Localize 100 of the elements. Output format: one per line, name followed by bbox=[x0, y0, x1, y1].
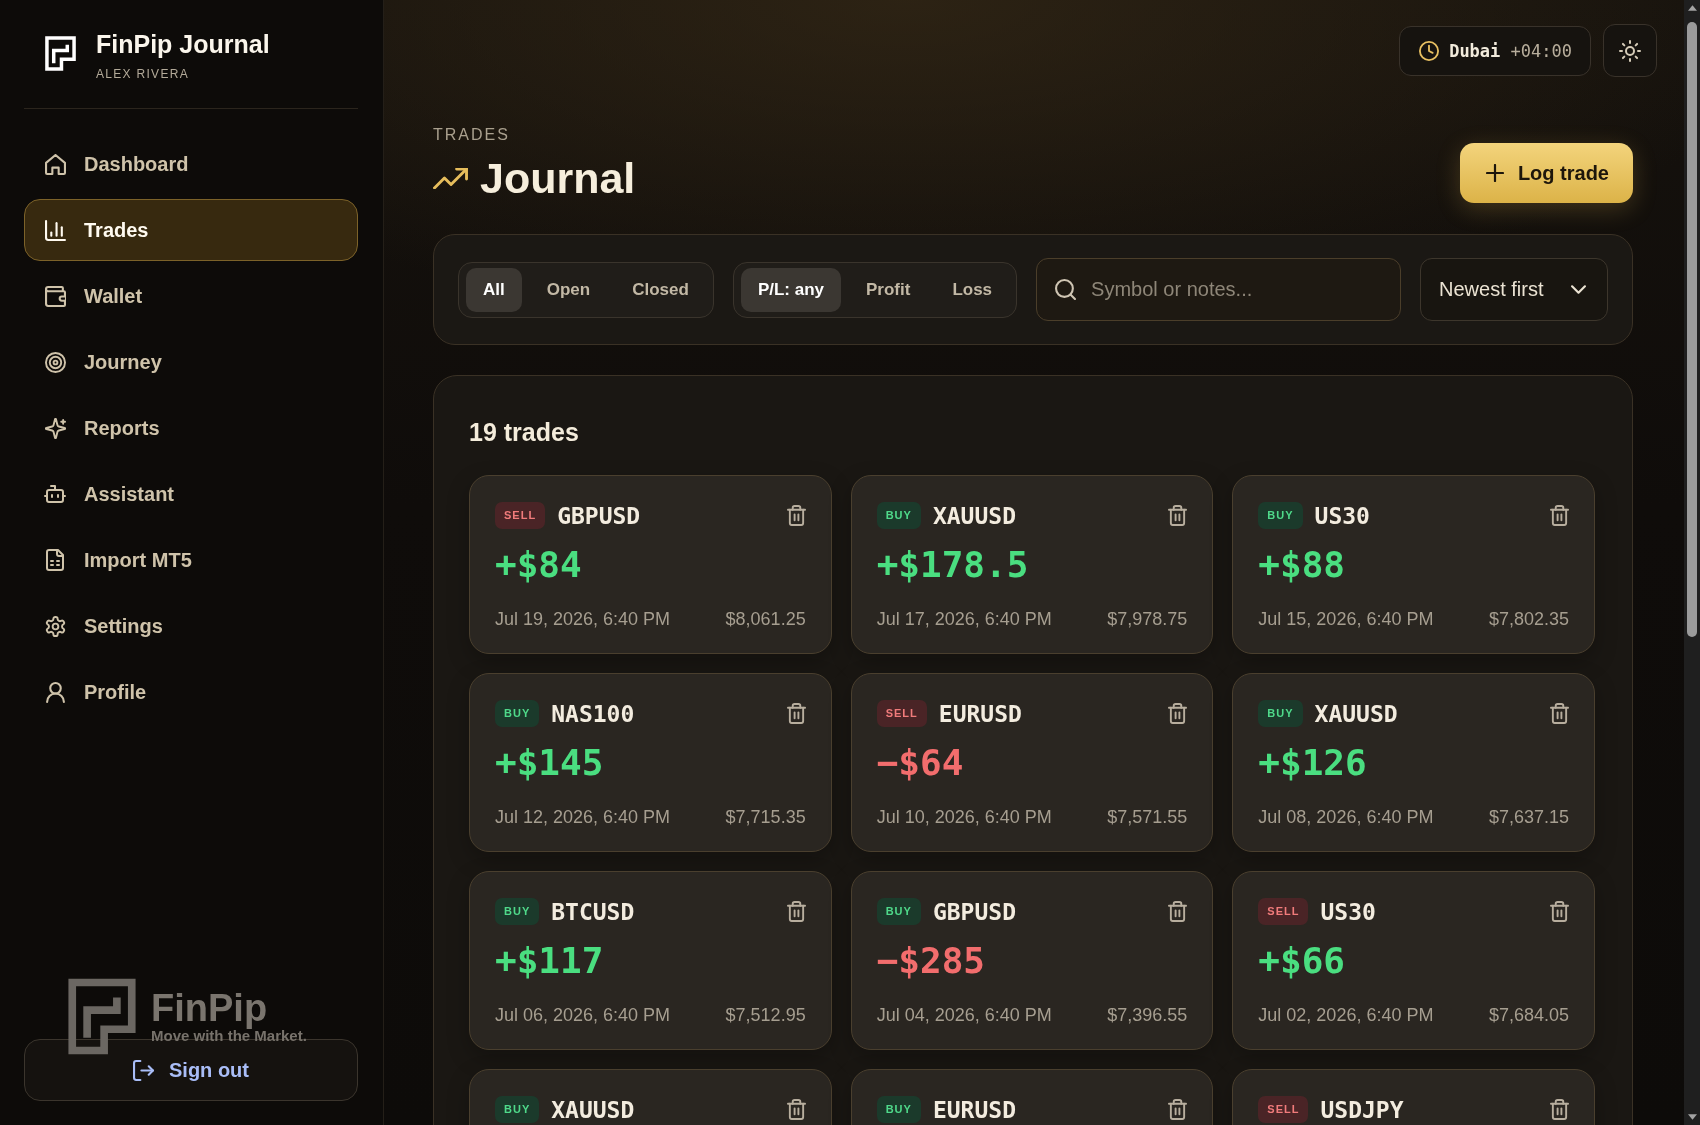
side-badge: BUY bbox=[495, 700, 540, 727]
trade-date: Jul 10, 2026, 6:40 PM bbox=[876, 806, 1052, 828]
trash-icon[interactable] bbox=[1168, 703, 1188, 724]
clock-icon bbox=[1419, 40, 1440, 61]
trash-icon[interactable] bbox=[1168, 1099, 1188, 1120]
nav-item[interactable]: Profile bbox=[24, 661, 358, 723]
trend-up-icon bbox=[433, 167, 468, 189]
filter-option[interactable]: All bbox=[466, 267, 522, 312]
nav-item[interactable]: Trades bbox=[24, 199, 358, 261]
trash-icon[interactable] bbox=[786, 1099, 806, 1120]
theme-toggle-button[interactable] bbox=[1603, 24, 1657, 77]
nav-item[interactable]: Journey bbox=[24, 331, 358, 393]
sign-out-icon bbox=[133, 1059, 154, 1081]
trade-date: Jul 19, 2026, 6:40 PM bbox=[495, 608, 671, 630]
scroll-down-icon[interactable] bbox=[1687, 1114, 1697, 1120]
trade-symbol: EURUSD bbox=[938, 701, 1022, 726]
search-field[interactable]: Symbol or notes... bbox=[1036, 258, 1401, 321]
trade-symbol: XAUUSD bbox=[551, 1097, 635, 1122]
filter-option[interactable]: Open bbox=[529, 267, 608, 312]
settings-icon bbox=[44, 615, 66, 637]
trade-balance: $7,684.05 bbox=[1488, 1004, 1569, 1026]
trade-pl: +$145 bbox=[495, 742, 605, 784]
wallet-icon bbox=[44, 285, 66, 307]
log-trade-button[interactable]: Log trade bbox=[1459, 143, 1633, 203]
robot-icon bbox=[44, 485, 66, 503]
logo-icon bbox=[68, 978, 136, 1055]
nav-item[interactable]: Wallet bbox=[24, 265, 358, 327]
trade-balance: $8,061.25 bbox=[725, 608, 806, 630]
side-badge: BUY bbox=[876, 1096, 921, 1123]
trade-balance: $7,715.35 bbox=[725, 806, 806, 828]
bar-chart-icon bbox=[44, 219, 66, 241]
filter-option[interactable]: Profit bbox=[849, 267, 928, 312]
side-badge: SELL bbox=[1258, 898, 1309, 925]
nav-item[interactable]: Import MT5 bbox=[24, 529, 358, 591]
trade-pl: +$88 bbox=[1258, 544, 1347, 586]
house-icon bbox=[44, 153, 66, 175]
trash-icon[interactable] bbox=[1550, 901, 1569, 922]
side-badge: SELL bbox=[1258, 1096, 1309, 1123]
brand-wordmark: FinPip bbox=[151, 986, 269, 1030]
trade-pl: +$126 bbox=[1258, 742, 1368, 784]
side-badge: BUY bbox=[495, 898, 540, 925]
trade-pl: +$178.5 bbox=[876, 544, 1030, 586]
trade-balance: $7,978.75 bbox=[1107, 608, 1188, 630]
document-icon bbox=[46, 549, 64, 571]
trade-symbol: XAUUSD bbox=[1314, 701, 1398, 726]
trash-icon[interactable] bbox=[1168, 505, 1188, 526]
nav-item[interactable]: Settings bbox=[24, 595, 358, 657]
nav-item[interactable]: Dashboard bbox=[24, 133, 358, 195]
trade-symbol: GBPUSD bbox=[932, 899, 1016, 924]
trade-date: Jul 02, 2026, 6:40 PM bbox=[1258, 1004, 1434, 1026]
scrollbar-thumb[interactable] bbox=[1687, 22, 1697, 637]
trade-balance: $7,396.55 bbox=[1107, 1004, 1188, 1026]
trade-date: Jul 12, 2026, 6:40 PM bbox=[495, 806, 671, 828]
nav-item[interactable]: Reports bbox=[24, 397, 358, 459]
trash-icon[interactable] bbox=[786, 505, 806, 526]
trade-date: Jul 15, 2026, 6:40 PM bbox=[1258, 608, 1434, 630]
section-label: TRADES bbox=[433, 125, 511, 145]
side-badge: BUY bbox=[1258, 700, 1303, 727]
trash-icon[interactable] bbox=[1550, 1099, 1569, 1120]
trade-symbol: BTCUSD bbox=[551, 899, 635, 924]
trash-icon[interactable] bbox=[786, 703, 806, 724]
trade-balance: $7,802.35 bbox=[1488, 608, 1569, 630]
trash-icon[interactable] bbox=[1168, 901, 1188, 922]
target-icon bbox=[44, 351, 66, 373]
user-icon bbox=[45, 681, 65, 703]
sparkles-icon bbox=[44, 417, 66, 439]
filter-option[interactable]: Closed bbox=[615, 267, 706, 312]
trash-icon[interactable] bbox=[1550, 703, 1569, 724]
scroll-up-icon[interactable] bbox=[1687, 5, 1697, 11]
trade-date: Jul 04, 2026, 6:40 PM bbox=[876, 1004, 1052, 1026]
trade-pl: +$84 bbox=[495, 544, 583, 586]
trade-pl: +$117 bbox=[495, 940, 605, 982]
timezone-button[interactable]: Dubai +04:00 bbox=[1399, 25, 1591, 76]
sort-dropdown[interactable]: Newest first bbox=[1420, 258, 1608, 321]
trash-icon[interactable] bbox=[786, 901, 806, 922]
logo-icon bbox=[45, 36, 76, 71]
trade-balance: $7,512.95 bbox=[725, 1004, 806, 1026]
nav-item[interactable]: Assistant bbox=[24, 463, 358, 525]
trade-count: 19 trades bbox=[469, 417, 580, 447]
app-title: FinPip Journal bbox=[96, 29, 270, 59]
trade-symbol: GBPUSD bbox=[557, 503, 641, 528]
filter-option[interactable]: Loss bbox=[935, 267, 1010, 312]
trade-symbol: XAUUSD bbox=[932, 503, 1016, 528]
scrollbar[interactable] bbox=[1684, 0, 1700, 1125]
side-badge: BUY bbox=[1258, 502, 1303, 529]
user-name: ALEX RIVERA bbox=[96, 67, 190, 81]
side-badge: SELL bbox=[876, 700, 927, 727]
trade-balance: $7,637.15 bbox=[1488, 806, 1569, 828]
filter-option[interactable]: P/L: any bbox=[740, 267, 841, 312]
side-badge: BUY bbox=[876, 898, 921, 925]
search-icon bbox=[1055, 279, 1077, 300]
trade-date: Jul 08, 2026, 6:40 PM bbox=[1258, 806, 1434, 828]
trade-symbol: US30 bbox=[1320, 899, 1376, 924]
trade-symbol: USDJPY bbox=[1320, 1097, 1404, 1122]
trash-icon[interactable] bbox=[1550, 505, 1569, 526]
side-badge: BUY bbox=[876, 502, 921, 529]
sun-icon bbox=[1619, 39, 1641, 62]
trade-symbol: US30 bbox=[1314, 503, 1370, 528]
trade-date: Jul 17, 2026, 6:40 PM bbox=[876, 608, 1052, 630]
trade-symbol: EURUSD bbox=[932, 1097, 1016, 1122]
